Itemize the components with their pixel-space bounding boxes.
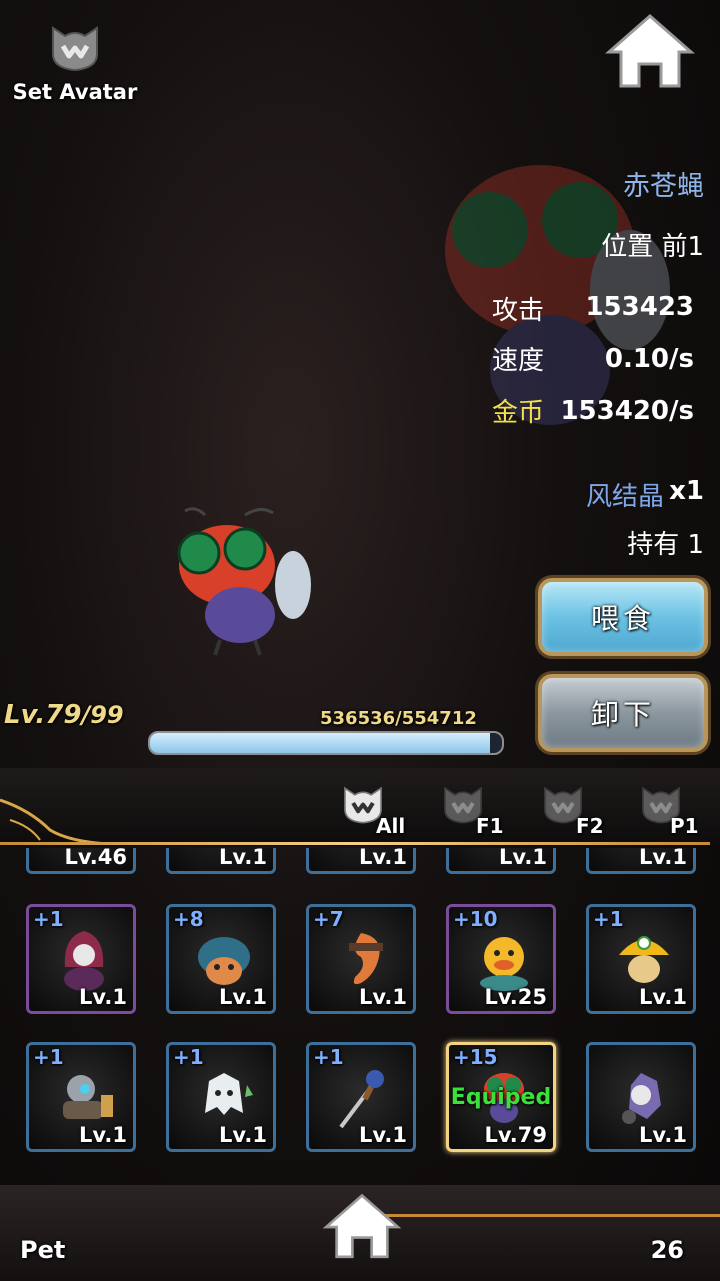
pet-cell-equipped[interactable]: +15 Equiped Lv.79 bbox=[446, 1042, 556, 1152]
pet-cell-level: Lv.46 bbox=[64, 848, 127, 869]
pet-cell-level: Lv.1 bbox=[79, 985, 127, 1009]
pet-cell-level: Lv.1 bbox=[499, 848, 547, 869]
pet-cell-plus: +15 bbox=[453, 1045, 498, 1069]
pet-cell[interactable]: Lv.46 bbox=[26, 848, 136, 874]
pet-name: 赤苍蝇 bbox=[623, 171, 704, 202]
exp-bar-fill bbox=[150, 733, 491, 753]
pet-cell[interactable]: +10 Lv.25 bbox=[446, 904, 556, 1014]
pet-cell[interactable]: +7 Lv.1 bbox=[306, 904, 416, 1014]
set-avatar-button[interactable]: Set Avatar bbox=[10, 18, 140, 108]
tab-p1[interactable]: P1 bbox=[638, 780, 720, 850]
pet-cell[interactable]: +1 Lv.1 bbox=[26, 1042, 136, 1152]
pet-cell[interactable]: Lv.1 bbox=[586, 1042, 696, 1152]
pet-cell[interactable]: +1 Lv.1 bbox=[26, 904, 136, 1014]
home-icon bbox=[605, 14, 695, 88]
pet-cell-plus: +7 bbox=[313, 907, 344, 931]
duck-icon bbox=[480, 937, 528, 991]
robot-icon bbox=[63, 1075, 113, 1119]
ornament-decoration bbox=[0, 798, 110, 845]
armored-pet-icon bbox=[622, 1073, 661, 1124]
pet-cell-level: Lv.1 bbox=[359, 848, 407, 869]
exp-bar bbox=[148, 731, 504, 755]
tab-f1-label: F1 bbox=[476, 814, 504, 838]
pet-cell-level: Lv.25 bbox=[484, 985, 547, 1009]
stat-speed-value: 0.10/s bbox=[604, 344, 694, 374]
seahorse-icon bbox=[349, 933, 383, 985]
stat-speed-label: 速度 bbox=[492, 346, 545, 376]
pet-cell-level: Lv.1 bbox=[219, 985, 267, 1009]
home-icon bbox=[322, 1193, 402, 1259]
cat-emblem-icon bbox=[52, 26, 98, 72]
pet-cell-level: Lv.1 bbox=[639, 985, 687, 1009]
sword-imp-icon bbox=[339, 1070, 384, 1129]
pet-cell[interactable]: +1 Lv.1 bbox=[166, 1042, 276, 1152]
feed-item-name: 风结晶 bbox=[585, 482, 664, 512]
pet-cell-plus: +10 bbox=[453, 907, 498, 931]
pet-cell-plus: +1 bbox=[313, 1045, 344, 1069]
feed-button[interactable]: 喂食 bbox=[538, 578, 708, 656]
tab-f2[interactable]: F2 bbox=[540, 780, 630, 850]
hooded-girl-icon bbox=[64, 931, 104, 991]
stat-gold-label: 金币 bbox=[492, 398, 545, 428]
pet-level: Lv.79/99 bbox=[4, 700, 124, 730]
section-label: Pet bbox=[20, 1236, 66, 1264]
pet-cell-level: Lv.1 bbox=[219, 848, 267, 869]
pet-cell[interactable]: Lv.1 bbox=[586, 848, 696, 874]
pet-count: 26 bbox=[650, 1236, 684, 1264]
tab-p1-label: P1 bbox=[670, 814, 699, 838]
pet-cell-level: Lv.79 bbox=[484, 1123, 547, 1147]
pet-cell-level: Lv.1 bbox=[359, 985, 407, 1009]
miner-helmet-icon bbox=[619, 936, 669, 983]
tab-all[interactable]: All bbox=[340, 780, 430, 850]
pet-cell-level: Lv.1 bbox=[79, 1123, 127, 1147]
bird-creature-icon bbox=[198, 937, 250, 985]
stat-gold-value: 153420/s bbox=[560, 396, 694, 426]
stat-attack-label: 攻击 bbox=[492, 296, 545, 326]
stat-attack-value: 153423 bbox=[585, 292, 694, 322]
held-count: 持有 1 bbox=[627, 530, 704, 560]
home-button[interactable] bbox=[605, 12, 695, 92]
set-avatar-label: Set Avatar bbox=[12, 80, 138, 104]
pet-position: 位置 前1 bbox=[601, 232, 704, 262]
pet-cell-plus: +8 bbox=[173, 907, 204, 931]
pet-cell-plus: +1 bbox=[173, 1045, 204, 1069]
pet-cell[interactable]: +8 Lv.1 bbox=[166, 904, 276, 1014]
bottom-divider bbox=[380, 1214, 720, 1217]
pet-cell[interactable]: Lv.1 bbox=[166, 848, 276, 874]
pet-cell-level: Lv.1 bbox=[639, 848, 687, 869]
tab-all-label: All bbox=[376, 814, 406, 838]
pet-grid: Lv.46 Lv.1 Lv.1 Lv.1 Lv.1 +1 Lv.1 +8 Lv.… bbox=[0, 848, 720, 1178]
equipped-label: Equiped bbox=[450, 1085, 552, 1110]
unequip-button[interactable]: 卸下 bbox=[538, 674, 708, 752]
pet-cell-plus: +1 bbox=[33, 907, 64, 931]
pet-cell[interactable]: +1 Lv.1 bbox=[306, 1042, 416, 1152]
pet-cell-level: Lv.1 bbox=[219, 1123, 267, 1147]
home-bottom-button[interactable] bbox=[322, 1192, 402, 1262]
pet-cell-plus: +1 bbox=[33, 1045, 64, 1069]
pet-level-current: Lv.79 bbox=[4, 700, 82, 730]
pet-sprite bbox=[177, 507, 311, 656]
pet-cell-plus: +1 bbox=[593, 907, 624, 931]
tab-f1[interactable]: F1 bbox=[440, 780, 530, 850]
pet-cell[interactable]: Lv.1 bbox=[306, 848, 416, 874]
pet-cell-level: Lv.1 bbox=[359, 1123, 407, 1147]
ghost-icon bbox=[205, 1073, 253, 1115]
pet-cell[interactable]: +1 Lv.1 bbox=[586, 904, 696, 1014]
pet-cell[interactable]: Lv.1 bbox=[446, 848, 556, 874]
pet-cell-level: Lv.1 bbox=[639, 1123, 687, 1147]
pet-level-max: /99 bbox=[81, 701, 124, 729]
feed-item-count: x1 bbox=[669, 476, 704, 506]
tab-f2-label: F2 bbox=[576, 814, 604, 838]
exp-text: 536536/554712 bbox=[320, 708, 477, 729]
